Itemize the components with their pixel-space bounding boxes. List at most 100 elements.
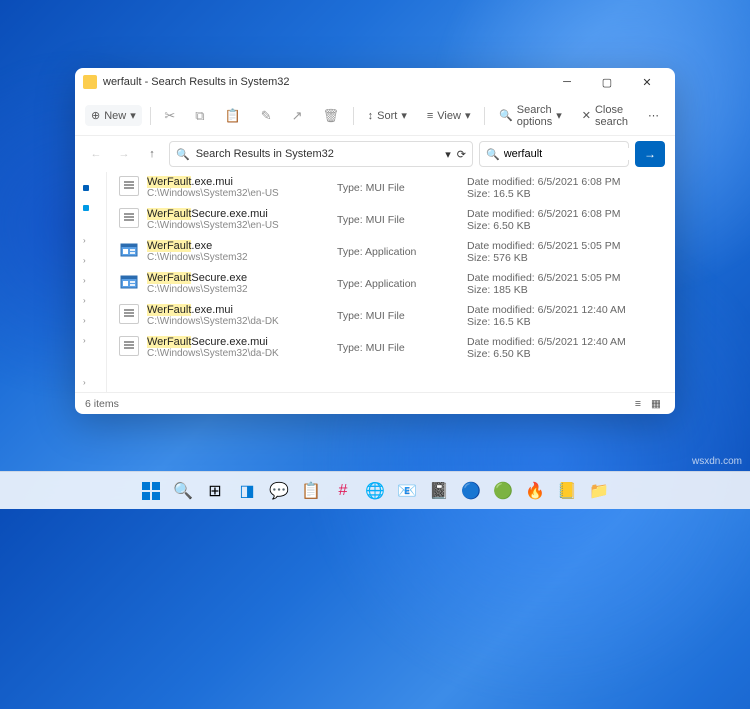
details-view-button[interactable]: ≡ — [629, 397, 647, 411]
search-input[interactable] — [504, 148, 646, 160]
maximize-button[interactable]: ▢ — [587, 68, 627, 96]
search-go-button[interactable]: → — [635, 141, 665, 167]
taskbar: 🔍 ⊞ ◨ 💬 📋 # 🌐 📧 📓 🔵 🟢 🔥 📒 📁 — [0, 471, 750, 509]
rename-button[interactable]: ✎ — [255, 104, 278, 128]
file-date: Date modified: 6/5/2021 5:05 PM — [467, 240, 667, 252]
file-name: WerFaultSecure.exe — [147, 272, 337, 284]
file-type: Type: MUI File — [337, 176, 467, 200]
edge-icon[interactable]: 🌐 — [361, 477, 389, 505]
sidebar-expand[interactable]: › — [75, 270, 106, 290]
close-button[interactable]: ✕ — [627, 68, 667, 96]
file-size: Size: 6.50 KB — [467, 348, 667, 360]
search-taskbar-button[interactable]: 🔍 — [169, 477, 197, 505]
taskbar-app-icon[interactable]: 📧 — [393, 477, 421, 505]
forward-button[interactable]: → — [113, 143, 135, 165]
command-bar: ⊕ New ▾ ✂ ⧉ 📋 ✎ ↗ 🗑 ↕ Sort ▾ ≡ View ▾ 🔍 … — [75, 96, 675, 136]
up-button[interactable]: ↑ — [141, 143, 163, 165]
share-button[interactable]: ↗ — [286, 104, 309, 128]
application-icon — [119, 240, 139, 260]
minimize-button[interactable]: ─ — [547, 68, 587, 96]
results-list: WerFault.exe.muiC:\Windows\System32\en-U… — [107, 172, 675, 392]
sidebar-expand[interactable]: › — [75, 250, 106, 270]
sidebar-item[interactable] — [75, 198, 106, 218]
file-date: Date modified: 6/5/2021 5:05 PM — [467, 272, 667, 284]
file-path: C:\Windows\System32\en-US — [147, 188, 337, 199]
file-type: Type: Application — [337, 272, 467, 296]
close-search-button[interactable]: ✕ Close search — [576, 100, 634, 132]
search-options-button[interactable]: 🔍 Search options ▾ — [493, 100, 568, 132]
file-type: Type: MUI File — [337, 208, 467, 232]
address-bar[interactable]: 🔍 Search Results in System32 ▾ ⟳ — [169, 141, 473, 167]
file-name: WerFault.exe — [147, 240, 337, 252]
view-button[interactable]: ≡ View ▾ — [421, 105, 477, 126]
more-button[interactable]: ⋯ — [642, 105, 665, 126]
file-size: Size: 576 KB — [467, 252, 667, 264]
sidebar-expand[interactable]: › — [75, 372, 106, 392]
new-button[interactable]: ⊕ New ▾ — [85, 105, 142, 126]
delete-button[interactable]: 🗑 — [317, 104, 346, 128]
result-row[interactable]: WerFault.exeC:\Windows\System32Type: App… — [107, 236, 675, 268]
taskbar-app-icon[interactable]: 🟢 — [489, 477, 517, 505]
taskbar-app-icon[interactable]: 🔵 — [457, 477, 485, 505]
file-path: C:\Windows\System32\en-US — [147, 220, 337, 231]
taskbar-app-icon[interactable]: 📓 — [425, 477, 453, 505]
status-bar: 6 items ≡ ▦ — [75, 392, 675, 414]
widgets-button[interactable]: ◨ — [233, 477, 261, 505]
file-date: Date modified: 6/5/2021 12:40 AM — [467, 304, 667, 316]
file-date: Date modified: 6/5/2021 6:08 PM — [467, 176, 667, 188]
application-icon — [119, 272, 139, 292]
item-count: 6 items — [85, 398, 119, 410]
file-icon — [119, 208, 139, 228]
paste-button[interactable]: 📋 — [219, 104, 247, 128]
file-name: WerFaultSecure.exe.mui — [147, 208, 337, 220]
cut-button[interactable]: ✂ — [158, 104, 181, 128]
task-view-button[interactable]: ⊞ — [201, 477, 229, 505]
file-path: C:\Windows\System32\da-DK — [147, 348, 337, 359]
taskbar-app-icon[interactable]: # — [329, 477, 357, 505]
file-size: Size: 16.5 KB — [467, 188, 667, 200]
file-name: WerFaultSecure.exe.mui — [147, 336, 337, 348]
watermark: wsxdn.com — [692, 456, 742, 467]
result-row[interactable]: WerFaultSecure.exeC:\Windows\System32Typ… — [107, 268, 675, 300]
file-path: C:\Windows\System32\da-DK — [147, 316, 337, 327]
file-path: C:\Windows\System32 — [147, 252, 337, 263]
file-path: C:\Windows\System32 — [147, 284, 337, 295]
copy-button[interactable]: ⧉ — [189, 104, 210, 128]
file-size: Size: 185 KB — [467, 284, 667, 296]
sidebar-expand[interactable]: › — [75, 290, 106, 310]
nav-pane: › › › › › › › — [75, 172, 107, 392]
folder-icon — [83, 75, 97, 89]
sidebar-expand[interactable]: › — [75, 330, 106, 350]
refresh-button[interactable]: ⟳ — [457, 148, 466, 161]
result-row[interactable]: WerFaultSecure.exe.muiC:\Windows\System3… — [107, 332, 675, 364]
search-glyph-icon: 🔍 — [176, 148, 190, 161]
window-title: werfault - Search Results in System32 — [103, 76, 289, 88]
search-icon: 🔍 — [486, 148, 500, 161]
file-name: WerFault.exe.mui — [147, 176, 337, 188]
file-explorer-taskbar-icon[interactable]: 📁 — [585, 477, 613, 505]
taskbar-app-icon[interactable]: 🔥 — [521, 477, 549, 505]
address-path: Search Results in System32 — [196, 148, 334, 160]
sort-button[interactable]: ↕ Sort ▾ — [362, 105, 413, 126]
sidebar-item[interactable] — [75, 178, 106, 198]
taskbar-app-icon[interactable]: 📋 — [297, 477, 325, 505]
file-type: Type: MUI File — [337, 336, 467, 360]
address-bar-row: ← → ↑ 🔍 Search Results in System32 ▾ ⟳ 🔍… — [75, 136, 675, 172]
start-button[interactable] — [137, 477, 165, 505]
file-date: Date modified: 6/5/2021 12:40 AM — [467, 336, 667, 348]
sidebar-expand[interactable]: › — [75, 310, 106, 330]
thumbnails-view-button[interactable]: ▦ — [647, 397, 665, 411]
file-size: Size: 6.50 KB — [467, 220, 667, 232]
taskbar-app-icon[interactable]: 📒 — [553, 477, 581, 505]
file-date: Date modified: 6/5/2021 6:08 PM — [467, 208, 667, 220]
result-row[interactable]: WerFault.exe.muiC:\Windows\System32\da-D… — [107, 300, 675, 332]
sidebar-expand[interactable]: › — [75, 230, 106, 250]
result-row[interactable]: WerFault.exe.muiC:\Windows\System32\en-U… — [107, 172, 675, 204]
file-icon — [119, 304, 139, 324]
taskbar-app-icon[interactable]: 💬 — [265, 477, 293, 505]
titlebar[interactable]: werfault - Search Results in System32 ─ … — [75, 68, 675, 96]
result-row[interactable]: WerFaultSecure.exe.muiC:\Windows\System3… — [107, 204, 675, 236]
search-box[interactable]: 🔍 × — [479, 141, 629, 167]
back-button[interactable]: ← — [85, 143, 107, 165]
file-explorer-window: werfault - Search Results in System32 ─ … — [75, 68, 675, 414]
